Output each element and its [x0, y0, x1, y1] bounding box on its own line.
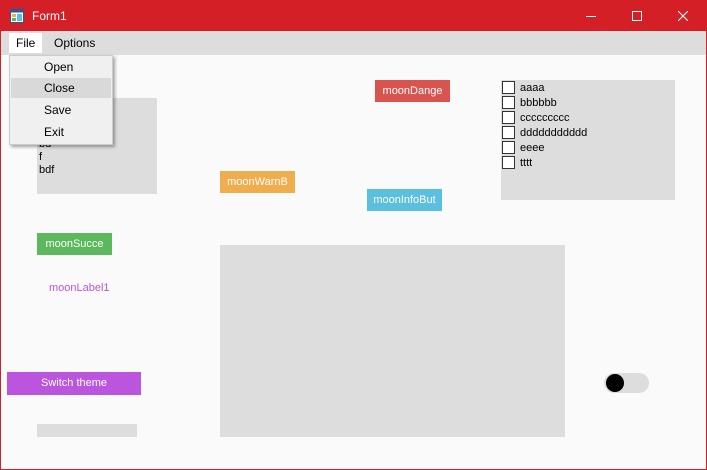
minimize-button[interactable]: [568, 1, 614, 31]
checklist-label: ccccccccc: [520, 111, 570, 124]
progress-bar: [37, 424, 137, 437]
warning-button[interactable]: moonWarnB: [220, 171, 295, 193]
menu-file[interactable]: File: [9, 33, 43, 53]
close-icon: [678, 11, 688, 21]
checkbox[interactable]: [502, 111, 515, 124]
menu-bar: File Options: [1, 31, 706, 55]
maximize-button[interactable]: [614, 1, 660, 31]
toggle-knob: [606, 374, 624, 392]
menu-item-open[interactable]: Open: [11, 57, 111, 77]
checkbox[interactable]: [502, 96, 515, 109]
checklist-label: ddddddddddd: [520, 126, 588, 139]
list-item[interactable]: f: [39, 151, 54, 164]
checklist-label: bbbbbb: [520, 96, 557, 109]
checklist-label: aaaa: [520, 81, 545, 94]
checkbox[interactable]: [502, 141, 515, 154]
maximize-icon: [632, 11, 642, 21]
content-panel: [220, 245, 565, 437]
checklist-item[interactable]: tttt: [502, 155, 532, 170]
close-window-button[interactable]: [660, 1, 706, 31]
menu-item-close[interactable]: Close: [11, 78, 111, 98]
window-title: Form1: [32, 9, 67, 23]
checklist-item[interactable]: aaaa: [502, 80, 544, 95]
moon-label: moonLabel1: [49, 282, 110, 294]
menu-item-save[interactable]: Save: [11, 100, 111, 120]
checkbox[interactable]: [502, 156, 515, 169]
theme-toggle-switch[interactable]: [604, 373, 649, 393]
success-button[interactable]: moonSucce: [37, 233, 112, 255]
list-item[interactable]: bdf: [39, 164, 54, 177]
minimize-icon: [586, 16, 596, 17]
title-bar[interactable]: Form1: [1, 1, 706, 31]
checklist-item[interactable]: ddddddddddd: [502, 125, 587, 140]
checked-list-box: aaaa bbbbbb ccccccccc ddddddddddd eeee t…: [501, 80, 675, 200]
main-window: Form1 File Options Open Close Save Exit: [0, 0, 707, 470]
info-button[interactable]: moonInfoBut: [367, 189, 442, 211]
checklist-label: eeee: [520, 141, 545, 154]
switch-theme-button[interactable]: Switch theme: [7, 372, 141, 395]
menu-options[interactable]: Options: [47, 33, 102, 53]
file-dropdown-menu: Open Close Save Exit: [9, 55, 113, 145]
checklist-item[interactable]: eeee: [502, 140, 544, 155]
checklist-item[interactable]: ccccccccc: [502, 110, 570, 125]
checkbox[interactable]: [502, 81, 515, 94]
checkbox[interactable]: [502, 126, 515, 139]
app-form-icon: [10, 9, 24, 23]
checklist-item[interactable]: bbbbbb: [502, 95, 557, 110]
menu-item-exit[interactable]: Exit: [11, 122, 111, 142]
danger-button[interactable]: moonDange: [375, 80, 450, 102]
checklist-label: tttt: [520, 156, 533, 169]
